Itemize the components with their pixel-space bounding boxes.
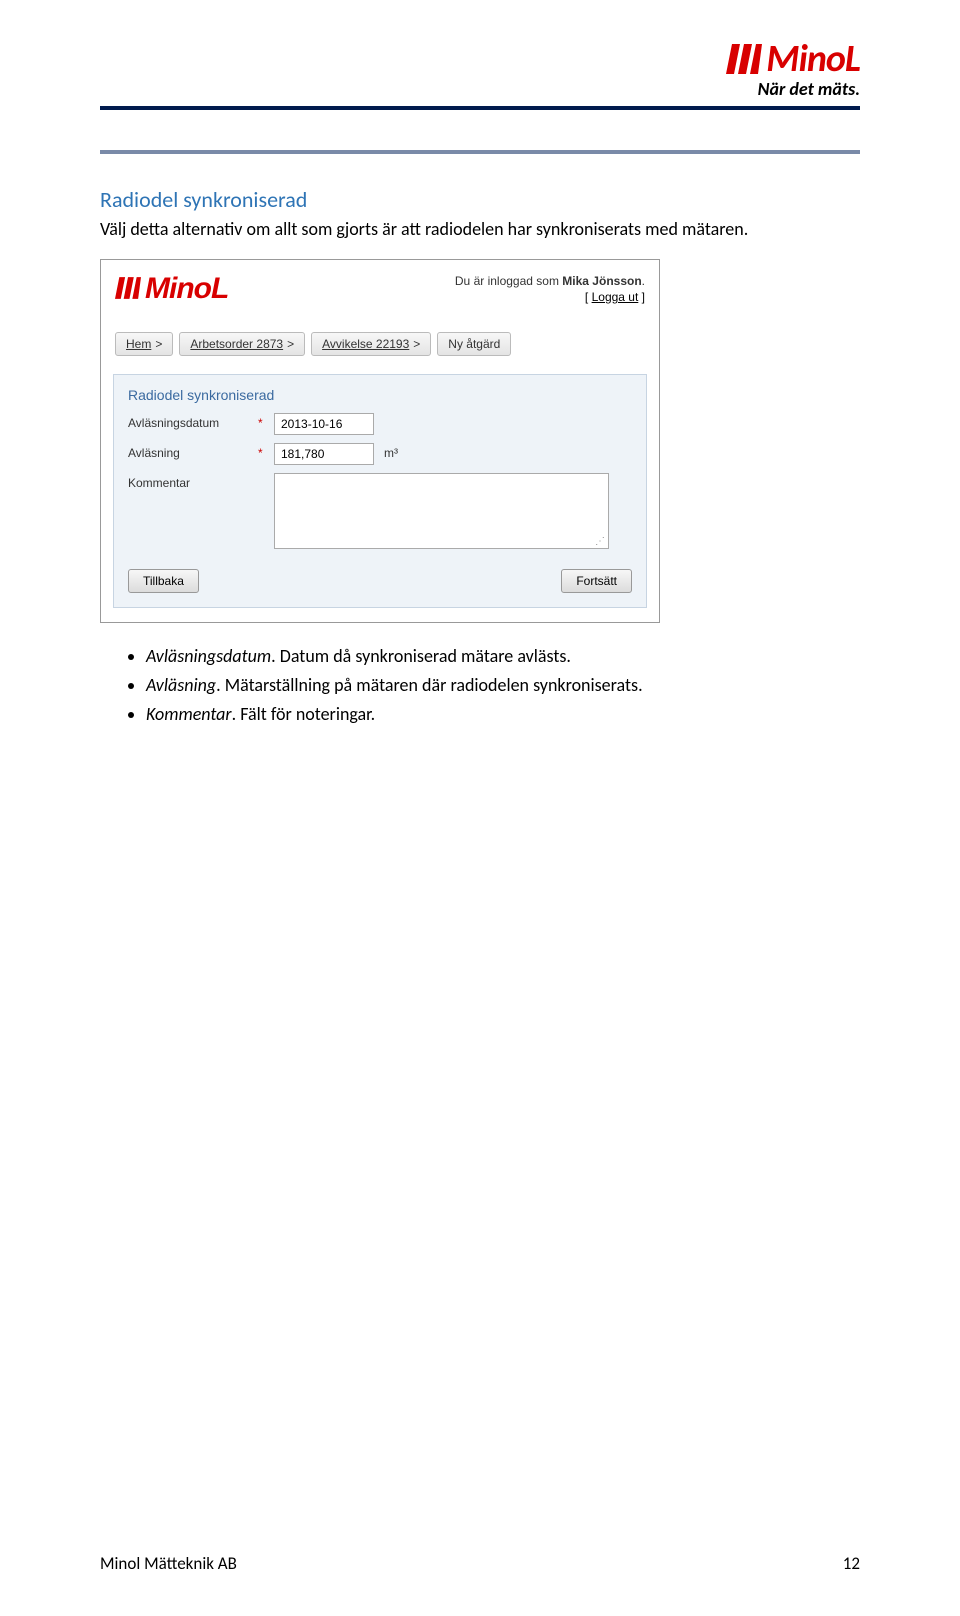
app-screenshot: MinoL Du är inloggad som Mika Jönsson. […	[100, 259, 660, 623]
user-name: Mika Jönsson	[562, 274, 641, 288]
header-rule-thin	[100, 150, 860, 154]
list-item: Avläsningsdatum. Datum då synkroniserad …	[146, 643, 860, 670]
breadcrumb-label: Avvikelse 22193	[322, 337, 409, 351]
required-marker: *	[258, 443, 274, 460]
comment-input[interactable]	[274, 473, 609, 549]
breadcrumb-item[interactable]: Ny åtgärd	[437, 332, 511, 356]
description-list: Avläsningsdatum. Datum då synkroniserad …	[146, 643, 860, 728]
breadcrumb-item[interactable]: Arbetsorder 2873 >	[179, 332, 305, 356]
bullet-desc: . Fält för noteringar.	[232, 703, 376, 725]
page-footer: Minol Mätteknik AB 12	[100, 1553, 860, 1574]
chevron-right-icon: >	[287, 337, 294, 351]
next-button[interactable]: Fortsätt	[561, 569, 632, 593]
bullet-term: Kommentar	[146, 703, 232, 725]
bullet-desc: . Mätarställning på mätaren där radiodel…	[216, 674, 643, 696]
list-item: Kommentar. Fält för noteringar.	[146, 701, 860, 728]
user-info: Du är inloggad som Mika Jönsson. [ Logga…	[455, 273, 645, 307]
page-header: MinoL När det mäts.	[100, 40, 860, 100]
app-logo-text: MinoL	[145, 272, 228, 306]
breadcrumb-item[interactable]: Avvikelse 22193 >	[311, 332, 431, 356]
user-prefix: Du är inloggad som	[455, 274, 559, 288]
brand-logo: MinoL När det mäts.	[726, 40, 860, 100]
logout-bracket-close: ]	[642, 290, 645, 304]
logo-tagline: När det mäts.	[726, 78, 860, 100]
header-rule-thick	[100, 106, 860, 110]
form-panel: Radiodel synkroniserad Avläsningsdatum *…	[113, 374, 647, 608]
user-suffix: .	[642, 274, 645, 288]
form-title: Radiodel synkroniserad	[128, 387, 632, 403]
logout-link[interactable]: Logga ut	[592, 290, 639, 304]
reading-unit: m³	[384, 443, 398, 460]
reading-input[interactable]	[274, 443, 374, 465]
logo-text: MinoL	[766, 40, 860, 78]
resize-grip-icon[interactable]: ⋰	[595, 536, 605, 547]
section-title: Radiodel synkroniserad	[100, 186, 860, 213]
breadcrumb-label: Hem	[126, 337, 151, 351]
label-comment: Kommentar	[128, 473, 258, 490]
required-marker	[258, 473, 274, 476]
section-description: Välj detta alternativ om allt som gjorts…	[100, 217, 860, 241]
footer-company: Minol Mätteknik AB	[100, 1553, 237, 1574]
bullet-desc: . Datum då synkroniserad mätare avlästs.	[271, 645, 571, 667]
app-logo: MinoL	[115, 272, 228, 306]
breadcrumb-label: Ny åtgärd	[448, 337, 500, 351]
bullet-term: Avläsningsdatum	[146, 645, 271, 667]
breadcrumb-label: Arbetsorder 2873	[190, 337, 283, 351]
label-reading-date: Avläsningsdatum	[128, 413, 258, 430]
chevron-right-icon: >	[155, 337, 162, 351]
breadcrumb-item[interactable]: Hem >	[115, 332, 173, 356]
logo-stripes-icon	[726, 44, 762, 74]
list-item: Avläsning. Mätarställning på mätaren där…	[146, 672, 860, 699]
logout-bracket-open: [	[585, 290, 588, 304]
chevron-right-icon: >	[413, 337, 420, 351]
label-reading: Avläsning	[128, 443, 258, 460]
footer-page-number: 12	[843, 1553, 860, 1574]
back-button[interactable]: Tillbaka	[128, 569, 199, 593]
bullet-term: Avläsning	[146, 674, 216, 696]
breadcrumb: Hem > Arbetsorder 2873 > Avvikelse 22193…	[101, 310, 659, 368]
logo-stripes-icon	[115, 277, 141, 302]
required-marker: *	[258, 413, 274, 430]
reading-date-input[interactable]	[274, 413, 374, 435]
